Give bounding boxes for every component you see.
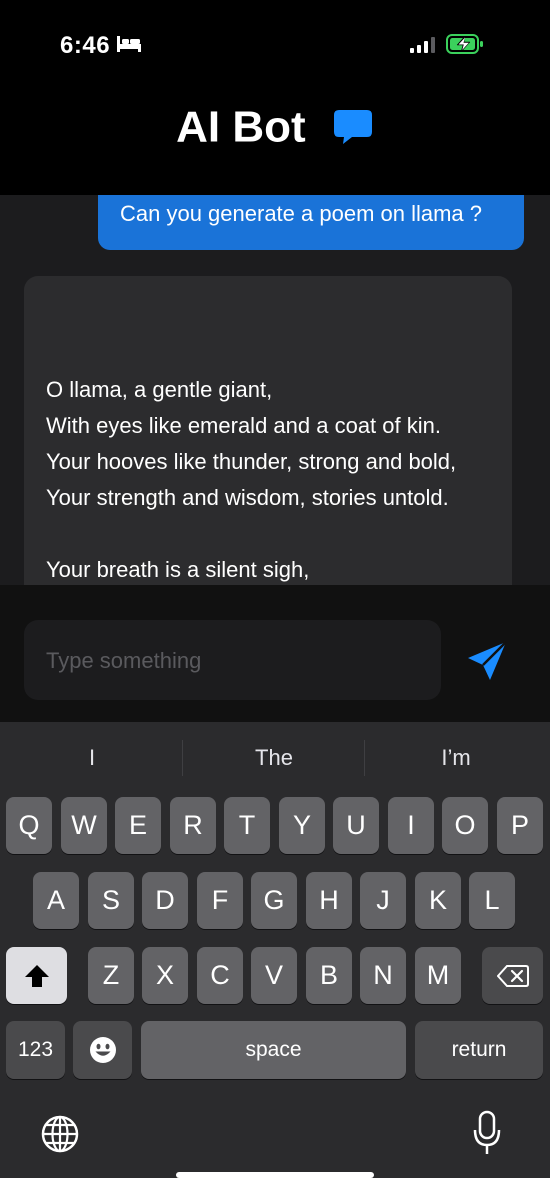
bot-message-line: O llama, a gentle giant, (46, 377, 273, 402)
key-d[interactable]: D (142, 872, 188, 929)
key-t[interactable]: T (224, 797, 270, 854)
user-message-bubble: Can you generate a poem on llama ? (98, 195, 524, 250)
bot-message-line: Your breath is a silent sigh, (46, 557, 310, 582)
keyboard: I The I’m Q W E R T Y U I O P A S D F G … (0, 722, 550, 1178)
chat-bubble-icon (333, 110, 372, 145)
key-l[interactable]: L (469, 872, 515, 929)
battery-charging-icon (446, 34, 483, 54)
backspace-key[interactable] (482, 947, 543, 1004)
message-input[interactable]: Type something (24, 620, 441, 700)
signal-icon (410, 37, 435, 53)
key-h[interactable]: H (306, 872, 352, 929)
suggestion-divider (182, 740, 183, 776)
globe-icon[interactable] (40, 1114, 80, 1154)
suggestion-2[interactable]: The (184, 742, 364, 774)
bot-message-blank-line (46, 516, 490, 552)
status-bar: 6:46 (0, 0, 550, 90)
key-r[interactable]: R (170, 797, 216, 854)
page-title: AI Bot (0, 100, 550, 152)
key-x[interactable]: X (142, 947, 188, 1004)
app-header: AI Bot (0, 90, 550, 195)
key-o[interactable]: O (442, 797, 488, 854)
key-u[interactable]: U (333, 797, 379, 854)
key-m[interactable]: M (415, 947, 461, 1004)
bot-message-line: Your strength and wisdom, stories untold… (46, 485, 449, 510)
key-b[interactable]: B (306, 947, 352, 1004)
suggestion-3[interactable]: I’m (366, 742, 546, 774)
return-key[interactable]: return (415, 1021, 543, 1079)
key-i[interactable]: I (388, 797, 434, 854)
key-q[interactable]: Q (6, 797, 52, 854)
shift-key[interactable] (6, 947, 67, 1004)
suggestion-1[interactable]: I (2, 742, 182, 774)
shift-icon (24, 964, 49, 987)
composer-bar: Type something (0, 585, 550, 722)
emoji-key[interactable] (73, 1021, 132, 1079)
key-z[interactable]: Z (88, 947, 134, 1004)
key-j[interactable]: J (360, 872, 406, 929)
key-v[interactable]: V (251, 947, 297, 1004)
home-indicator[interactable] (176, 1172, 374, 1178)
mic-icon[interactable] (472, 1110, 502, 1156)
key-p[interactable]: P (497, 797, 543, 854)
chat-area: Can you generate a poem on llama ? O lla… (0, 195, 550, 585)
emoji-icon (89, 1037, 116, 1063)
key-n[interactable]: N (360, 947, 406, 1004)
key-e[interactable]: E (115, 797, 161, 854)
user-message-text: Can you generate a poem on llama ? (120, 201, 483, 226)
bot-message-bubble: O llama, a gentle giant, With eyes like … (24, 276, 512, 585)
backspace-icon (496, 964, 529, 987)
key-g[interactable]: G (251, 872, 297, 929)
key-w[interactable]: W (61, 797, 107, 854)
bot-message-line: With eyes like emerald and a coat of kin… (46, 413, 441, 438)
bed-icon (117, 36, 141, 52)
key-k[interactable]: K (415, 872, 461, 929)
status-time: 6:46 (60, 32, 111, 59)
app-title: AI Bot (176, 102, 306, 152)
send-icon[interactable] (466, 640, 508, 682)
key-c[interactable]: C (197, 947, 243, 1004)
key-a[interactable]: A (33, 872, 79, 929)
key-y[interactable]: Y (279, 797, 325, 854)
numbers-key[interactable]: 123 (6, 1021, 65, 1079)
key-s[interactable]: S (88, 872, 134, 929)
key-f[interactable]: F (197, 872, 243, 929)
bot-message-line: Your hooves like thunder, strong and bol… (46, 449, 457, 474)
space-key[interactable]: space (141, 1021, 406, 1079)
suggestion-divider (364, 740, 365, 776)
